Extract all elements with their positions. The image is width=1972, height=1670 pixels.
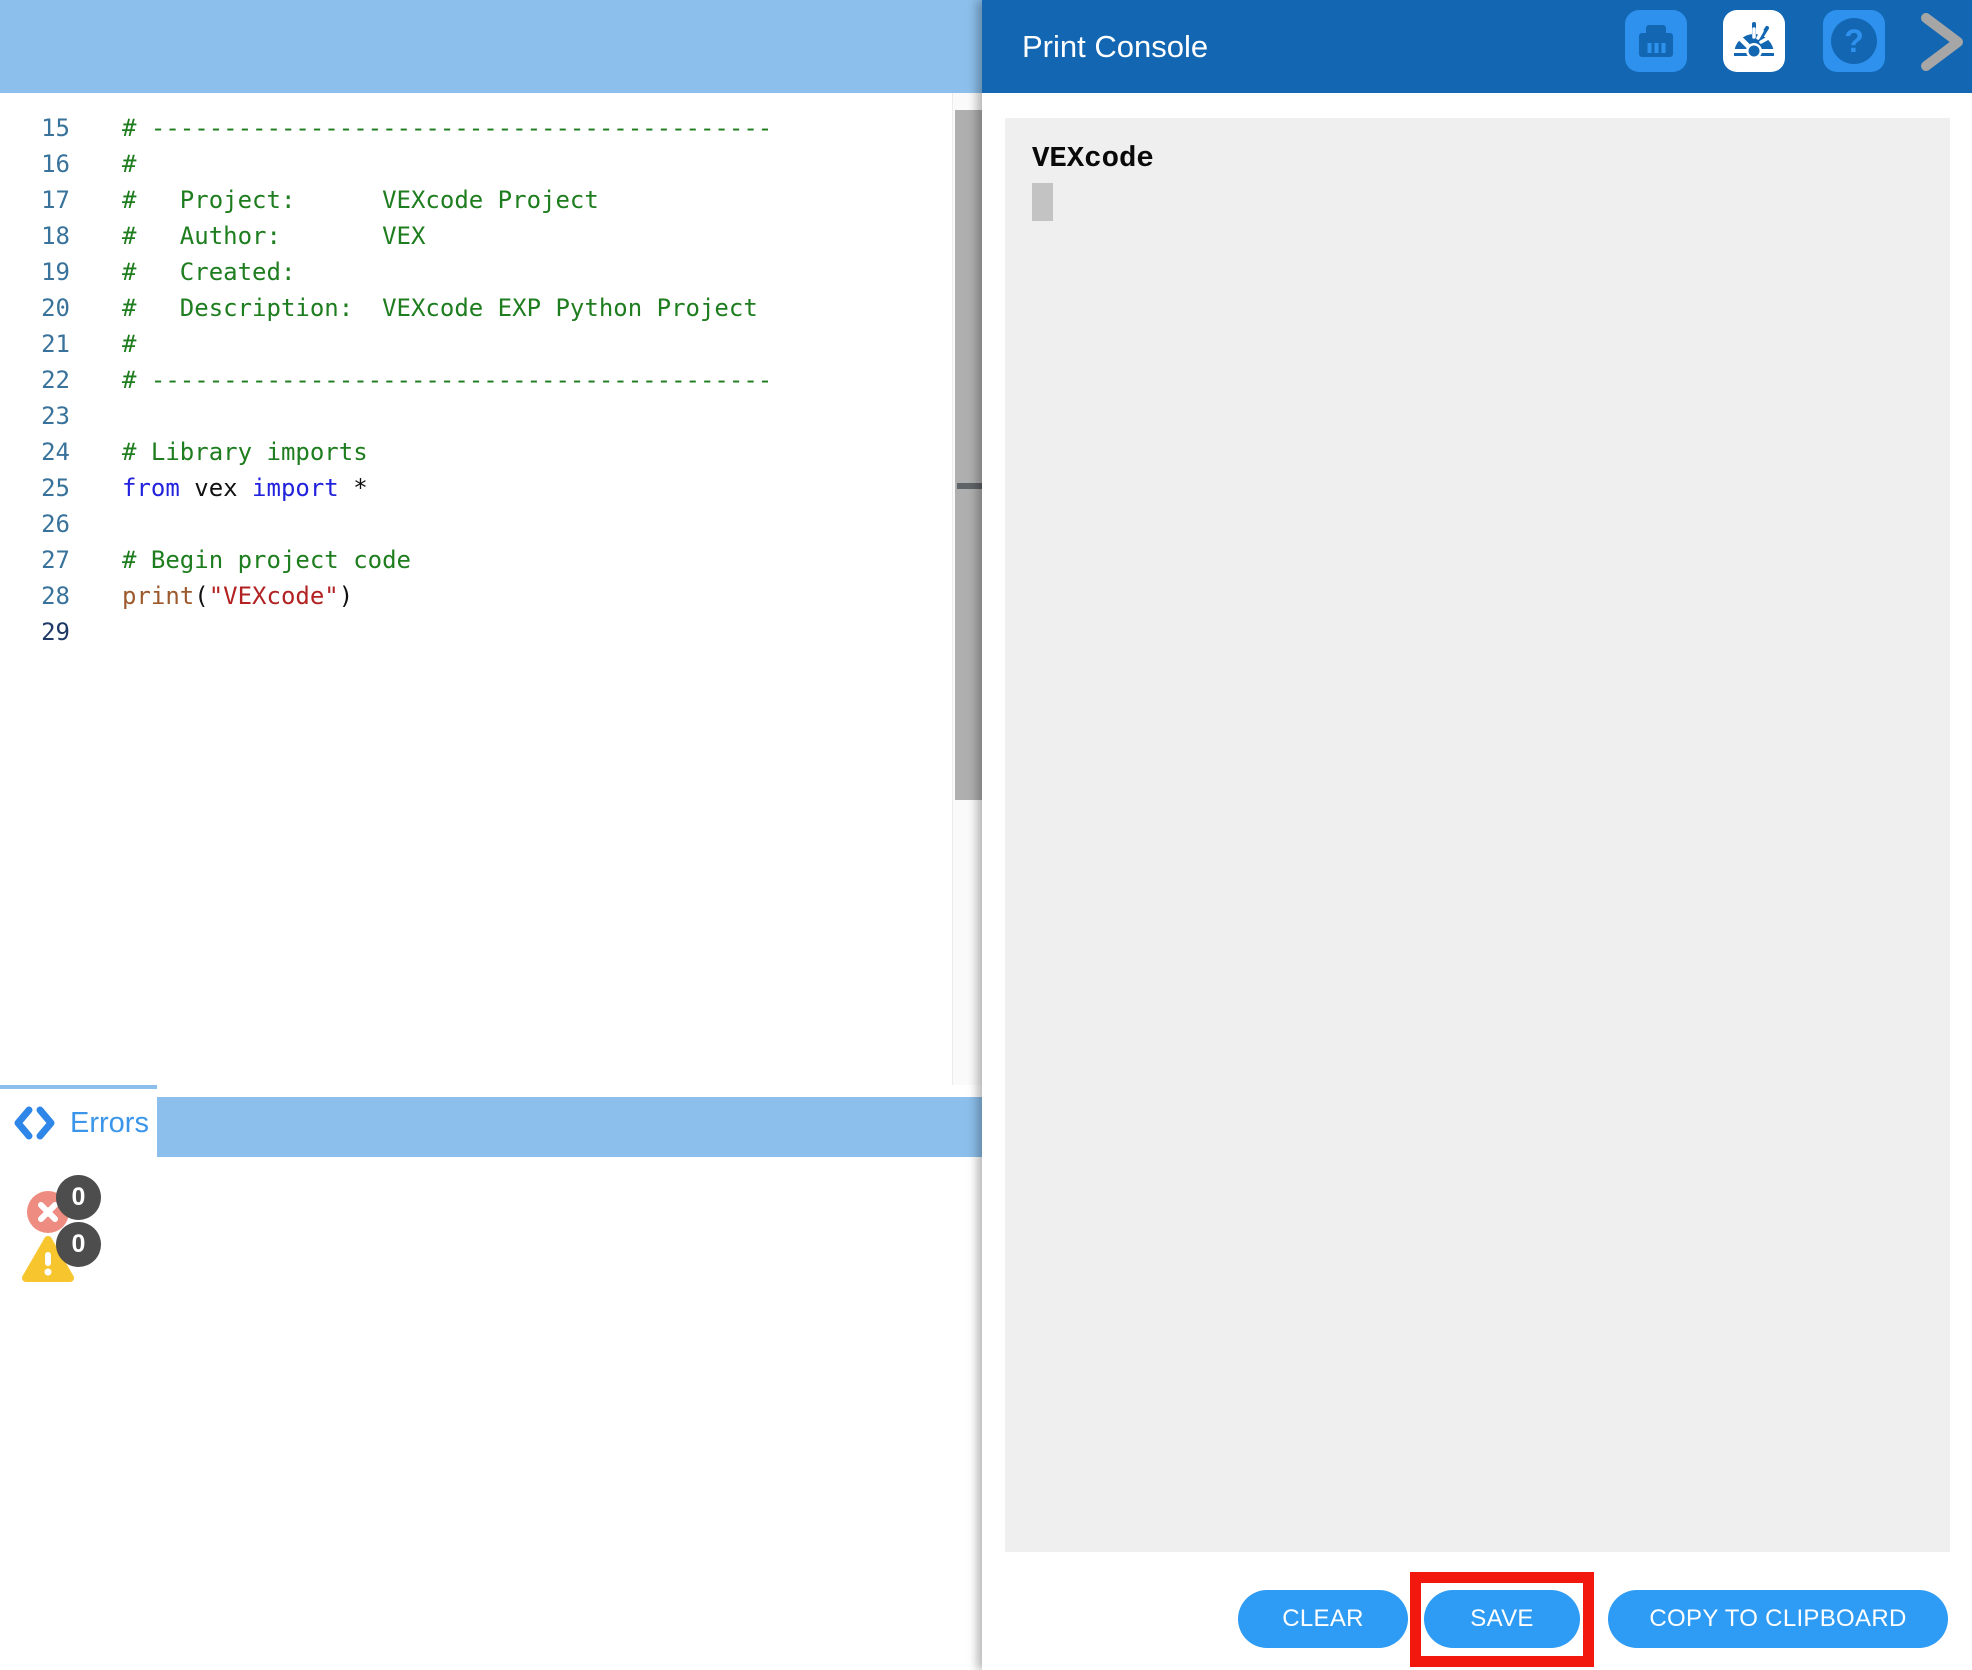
line-number: 23 xyxy=(0,398,70,434)
code-line: 27 # Begin project code xyxy=(0,542,772,578)
errors-tab-label: Errors xyxy=(70,1107,149,1140)
code-text: # Author: VEX xyxy=(122,218,425,254)
code-line: 23 xyxy=(0,398,772,434)
code-text: # Begin project code xyxy=(122,542,411,578)
code-line: 19 # Created: xyxy=(0,254,772,290)
code-text: # xyxy=(122,146,136,182)
line-number: 19 xyxy=(0,254,70,290)
brain-icon xyxy=(1634,19,1678,63)
code-text: print("VEXcode") xyxy=(122,578,353,614)
code-line: 22 # ------------------------------------… xyxy=(0,362,772,398)
code-text: # --------------------------------------… xyxy=(122,362,772,398)
code-text: # --------------------------------------… xyxy=(122,110,772,146)
code-line: 17 # Project: VEXcode Project xyxy=(0,182,772,218)
console-output-text: VEXcode xyxy=(1032,142,1154,175)
print-console-header: Print Console xyxy=(982,0,1972,93)
line-number: 18 xyxy=(0,218,70,254)
code-line: 16 # xyxy=(0,146,772,182)
scrollbar-thumb[interactable] xyxy=(955,110,982,800)
code-text: # Project: VEXcode Project xyxy=(122,182,599,218)
panel-title: Print Console xyxy=(1022,0,1208,93)
code-editor[interactable]: 15 # ------------------------------------… xyxy=(0,93,952,1085)
gauge-icon xyxy=(1731,20,1777,62)
code-line: 18 # Author: VEX xyxy=(0,218,772,254)
warning-count-badge: 0 xyxy=(56,1222,101,1267)
code-line: 29 xyxy=(0,614,772,650)
brain-button[interactable] xyxy=(1625,10,1687,72)
code-line: 21 # xyxy=(0,326,772,362)
code-text: # Created: xyxy=(122,254,295,290)
code-lines[interactable]: 15 # ------------------------------------… xyxy=(0,110,772,650)
top-toolbar xyxy=(0,0,982,93)
code-line: 15 # ------------------------------------… xyxy=(0,110,772,146)
code-text: # xyxy=(122,326,136,362)
line-number: 21 xyxy=(0,326,70,362)
code-text: # Description: VEXcode EXP Python Projec… xyxy=(122,290,758,326)
line-number: 28 xyxy=(0,578,70,614)
collapse-panel-button[interactable] xyxy=(1916,10,1968,74)
line-number: 24 xyxy=(0,434,70,470)
scrollbar-thumb-divider xyxy=(957,483,984,489)
line-number: 15 xyxy=(0,110,70,146)
copy-to-clipboard-button[interactable]: COPY TO CLIPBOARD xyxy=(1608,1590,1948,1648)
line-number: 16 xyxy=(0,146,70,182)
text-cursor xyxy=(1032,183,1053,221)
error-count-badge: 0 xyxy=(56,1175,101,1220)
clear-button[interactable]: CLEAR xyxy=(1238,1590,1408,1648)
console-output[interactable]: VEXcode xyxy=(1005,118,1950,1552)
line-number: 22 xyxy=(0,362,70,398)
code-text: from vex import * xyxy=(122,470,368,506)
code-brackets-icon xyxy=(12,1105,58,1141)
code-line: 26 xyxy=(0,506,772,542)
gauge-button[interactable] xyxy=(1723,10,1785,72)
code-line: 20 # Description: VEXcode EXP Python Proj… xyxy=(0,290,772,326)
line-number: 20 xyxy=(0,290,70,326)
line-number: 26 xyxy=(0,506,70,542)
code-line: 24 # Library imports xyxy=(0,434,772,470)
code-line: 28 print("VEXcode") xyxy=(0,578,772,614)
save-button[interactable]: SAVE xyxy=(1424,1590,1580,1648)
print-console-panel: Print Console xyxy=(982,0,1972,1670)
code-line: 25 from vex import * xyxy=(0,470,772,506)
tab-errors[interactable]: Errors xyxy=(0,1085,157,1157)
line-number: 29 xyxy=(0,614,70,650)
code-text: # Library imports xyxy=(122,434,368,470)
help-button[interactable]: ? xyxy=(1823,10,1885,72)
line-number: 17 xyxy=(0,182,70,218)
editor-scrollbar[interactable] xyxy=(952,93,982,1085)
line-number: 25 xyxy=(0,470,70,506)
chevron-right-icon xyxy=(1916,10,1968,74)
help-icon: ? xyxy=(1831,18,1877,64)
line-number: 27 xyxy=(0,542,70,578)
